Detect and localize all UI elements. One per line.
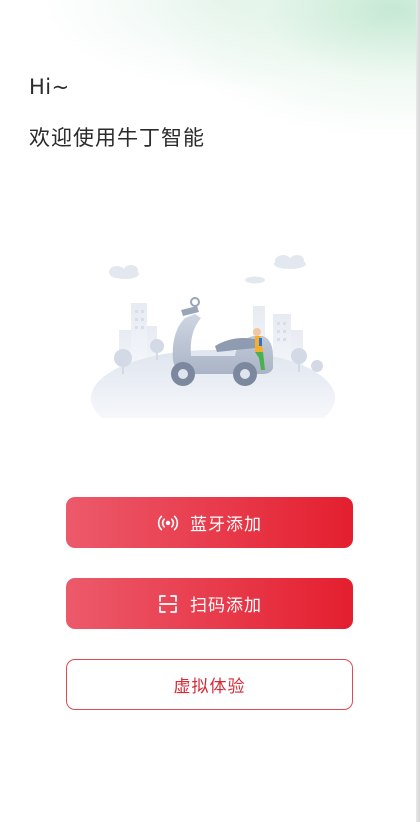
bluetooth-add-label: 蓝牙添加 — [190, 515, 262, 535]
scan-add-button[interactable]: 扫码添加 — [66, 578, 353, 629]
greeting-text: Hi~ — [29, 75, 70, 99]
scan-add-label: 扫码添加 — [190, 596, 262, 616]
welcome-title: 欢迎使用牛丁智能 — [29, 126, 205, 150]
bluetooth-signal-icon — [157, 515, 179, 530]
bluetooth-add-button[interactable]: 蓝牙添加 — [66, 497, 353, 548]
scooter-city-illustration — [91, 255, 335, 418]
virtual-experience-label: 虚拟体验 — [173, 677, 246, 697]
right-edge-shadow — [416, 0, 420, 822]
scan-icon — [159, 594, 177, 613]
virtual-experience-button[interactable]: 虚拟体验 — [66, 659, 353, 710]
